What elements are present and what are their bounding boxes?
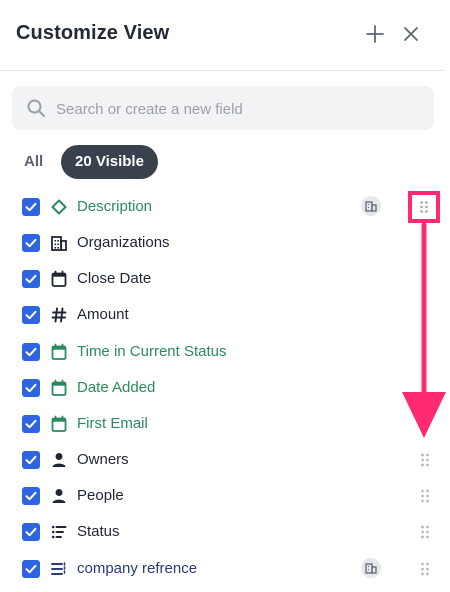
field-checkbox[interactable]: [22, 560, 40, 578]
check-icon: [25, 527, 37, 537]
field-label: Time in Current Status: [77, 343, 227, 360]
customize-view-panel: Customize View All 20 Visible Descriptio…: [0, 0, 450, 592]
field-label: Owners: [77, 451, 129, 468]
drag-handle-icon[interactable]: [418, 452, 432, 468]
field-row: Status: [0, 515, 445, 551]
check-icon: [25, 491, 37, 501]
check-icon: [25, 564, 37, 574]
panel-header: Customize View: [0, 0, 445, 71]
field-row: Amount: [0, 298, 445, 334]
field-checkbox[interactable]: [22, 487, 40, 505]
check-icon: [25, 274, 37, 284]
check-icon: [25, 238, 37, 248]
field-label: Organizations: [77, 234, 170, 251]
field-label: People: [77, 487, 124, 504]
field-row: Organizations: [0, 226, 445, 262]
building-icon: [365, 201, 377, 212]
field-label: company refrence: [77, 560, 198, 577]
field-row: People: [0, 479, 445, 515]
field-label: First Email: [77, 415, 148, 432]
building-badge: [361, 558, 381, 578]
field-row: Date Added: [0, 371, 445, 407]
person-icon: [52, 453, 66, 467]
calendar-icon: [51, 415, 67, 432]
field-checkbox[interactable]: [22, 523, 40, 541]
diamond-icon: [51, 199, 67, 215]
building-icon: [51, 236, 67, 251]
drag-handle-icon[interactable]: [418, 524, 432, 540]
field-checkbox[interactable]: [22, 270, 40, 288]
field-checkbox[interactable]: [22, 306, 40, 324]
field-row: Description: [0, 190, 445, 226]
building-badge: [361, 196, 381, 216]
field-checkbox[interactable]: [22, 379, 40, 397]
field-checkbox[interactable]: [22, 415, 40, 433]
check-icon: [25, 347, 37, 357]
list-icon: [51, 562, 66, 576]
filter-all-tab[interactable]: All: [24, 153, 43, 170]
drag-handle-icon: [420, 201, 428, 213]
field-checkbox[interactable]: [22, 451, 40, 469]
drag-handle-icon[interactable]: [418, 561, 432, 577]
check-icon: [25, 202, 37, 212]
field-label: Status: [77, 523, 120, 540]
check-icon: [25, 455, 37, 465]
field-row: Owners: [0, 443, 445, 479]
filter-visible-tab[interactable]: 20 Visible: [61, 145, 158, 179]
field-row: company refrence: [0, 552, 445, 588]
calendar-icon: [51, 379, 67, 396]
check-icon: [25, 419, 37, 429]
field-row: First Email: [0, 407, 445, 443]
search-input[interactable]: [54, 86, 428, 132]
plus-icon: [366, 25, 384, 43]
person-icon: [52, 489, 66, 503]
list-icon: [51, 525, 67, 539]
field-checkbox[interactable]: [22, 234, 40, 252]
close-icon: [404, 27, 418, 41]
search-icon: [27, 99, 45, 117]
check-icon: [25, 383, 37, 393]
calendar-icon: [51, 343, 67, 360]
field-label: Date Added: [77, 379, 156, 396]
field-row: Close Date: [0, 262, 445, 298]
close-button[interactable]: [399, 22, 423, 46]
building-icon: [365, 563, 377, 574]
drag-handle-highlighted[interactable]: [408, 191, 440, 223]
add-field-button[interactable]: [363, 22, 387, 46]
calendar-icon: [51, 270, 67, 287]
field-label: Description: [77, 198, 153, 215]
field-checkbox[interactable]: [22, 198, 40, 216]
check-icon: [25, 310, 37, 320]
field-label: Amount: [77, 306, 129, 323]
field-row: Time in Current Status: [0, 335, 445, 371]
field-label: Close Date: [77, 270, 152, 287]
panel-title: Customize View: [16, 22, 170, 44]
field-checkbox[interactable]: [22, 343, 40, 361]
hash-icon: [51, 307, 67, 323]
drag-handle-icon[interactable]: [418, 488, 432, 504]
search-box: [12, 86, 434, 132]
